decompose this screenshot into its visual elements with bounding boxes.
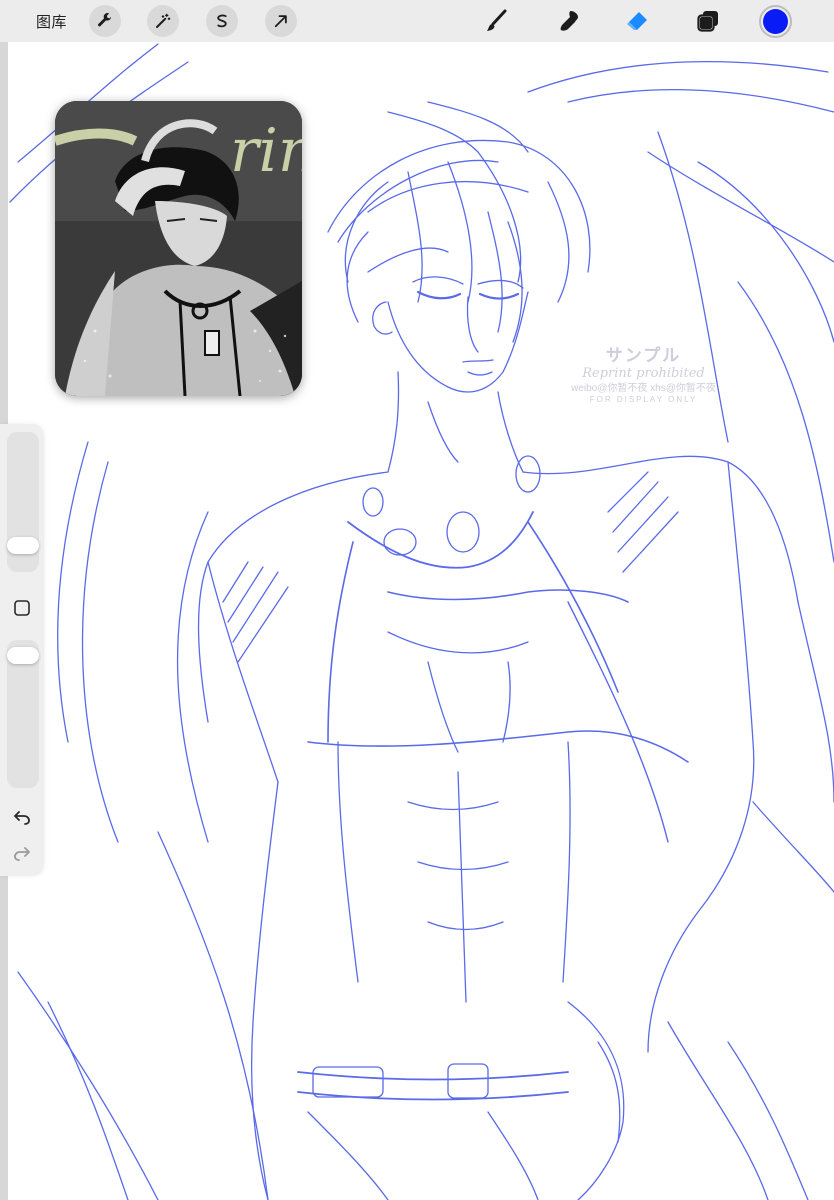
watermark: サンプル Reprint prohibited weibo@你暂不夜 xhs@你… bbox=[556, 345, 731, 405]
adjustments-button[interactable] bbox=[147, 5, 179, 37]
smudge-icon bbox=[560, 11, 578, 31]
current-color-swatch bbox=[763, 9, 788, 34]
brush-size-handle[interactable] bbox=[7, 536, 39, 554]
arrow-icon bbox=[274, 15, 287, 28]
brush-icon bbox=[487, 9, 507, 31]
reference-window[interactable]: rin bbox=[55, 101, 302, 396]
transform-button[interactable] bbox=[265, 5, 297, 37]
redo-button[interactable] bbox=[11, 842, 33, 864]
left-sidebar bbox=[0, 424, 44, 876]
smudge-tool-button[interactable] bbox=[555, 6, 585, 36]
reference-title-text: rin bbox=[230, 116, 302, 186]
undo-icon bbox=[14, 811, 30, 825]
redo-icon bbox=[14, 847, 30, 861]
layers-icon bbox=[697, 11, 718, 32]
brush-tool-button[interactable] bbox=[482, 6, 512, 36]
eraser-icon bbox=[627, 12, 647, 30]
layers-button[interactable] bbox=[693, 6, 723, 36]
square-icon bbox=[14, 600, 30, 616]
color-picker-button[interactable] bbox=[759, 5, 792, 38]
eraser-tool-button[interactable] bbox=[622, 6, 652, 36]
gallery-button[interactable]: 图库 bbox=[36, 11, 67, 32]
top-toolbar: 图库 bbox=[0, 0, 834, 42]
watermark-line-2: Reprint prohibited bbox=[582, 366, 705, 382]
magic-wand-icon bbox=[156, 13, 171, 28]
wrench-icon bbox=[98, 13, 112, 27]
opacity-handle[interactable] bbox=[7, 646, 39, 664]
selection-s-icon bbox=[217, 14, 227, 28]
watermark-line-4: FOR DISPLAY ONLY bbox=[589, 395, 698, 404]
selection-button[interactable] bbox=[206, 5, 238, 37]
reference-image: rin bbox=[55, 101, 302, 396]
undo-button[interactable] bbox=[11, 806, 33, 828]
actions-button[interactable] bbox=[89, 5, 121, 37]
watermark-line-3: weibo@你暂不夜 xhs@你暂不夜 bbox=[571, 382, 716, 394]
watermark-line-1: サンプル bbox=[605, 346, 682, 365]
modify-button[interactable] bbox=[12, 598, 32, 618]
